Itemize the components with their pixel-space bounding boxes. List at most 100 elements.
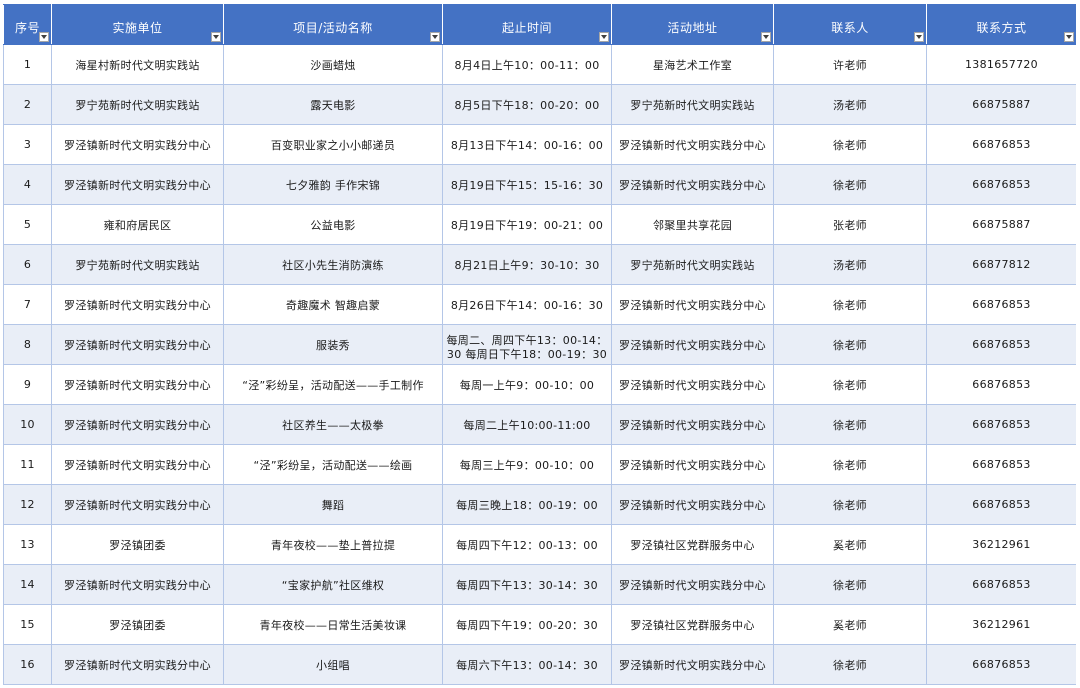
- cell-contact[interactable]: 奚老师: [773, 604, 927, 645]
- cell-contact[interactable]: 汤老师: [773, 244, 927, 285]
- cell-time[interactable]: 每周二、周四下午13：00-14：30 每周日下午18：00-19：30: [442, 324, 612, 365]
- cell-phone[interactable]: 66876853: [926, 404, 1076, 445]
- cell-phone[interactable]: 66876853: [926, 444, 1076, 485]
- cell-activity-name[interactable]: “宝家护航”社区维权: [223, 564, 443, 605]
- cell-address[interactable]: 邻聚里共享花园: [611, 204, 774, 245]
- cell-index[interactable]: 2: [3, 84, 52, 125]
- cell-contact[interactable]: 许老师: [773, 44, 927, 85]
- cell-unit[interactable]: 罗泾镇新时代文明实践分中心: [51, 164, 224, 205]
- cell-time[interactable]: 每周六下午13：00-14：30: [442, 644, 612, 685]
- cell-address[interactable]: 罗宁苑新时代文明实践站: [611, 244, 774, 285]
- cell-activity-name[interactable]: 青年夜校——日常生活美妆课: [223, 604, 443, 645]
- cell-contact[interactable]: 徐老师: [773, 364, 927, 405]
- cell-contact[interactable]: 徐老师: [773, 564, 927, 605]
- cell-address[interactable]: 罗泾镇新时代文明实践分中心: [611, 164, 774, 205]
- cell-time[interactable]: 8月21日上午9：30-10：30: [442, 244, 612, 285]
- cell-activity-name[interactable]: 社区小先生消防演练: [223, 244, 443, 285]
- cell-address[interactable]: 星海艺术工作室: [611, 44, 774, 85]
- cell-address[interactable]: 罗泾镇新时代文明实践分中心: [611, 644, 774, 685]
- cell-phone[interactable]: 36212961: [926, 604, 1076, 645]
- header-cell-phone[interactable]: 联系方式: [926, 4, 1076, 45]
- cell-time[interactable]: 每周三上午9：00-10：00: [442, 444, 612, 485]
- cell-contact[interactable]: 徐老师: [773, 124, 927, 165]
- cell-index[interactable]: 3: [3, 124, 52, 165]
- cell-activity-name[interactable]: 奇趣魔术 智趣启蒙: [223, 284, 443, 325]
- cell-phone[interactable]: 66876853: [926, 284, 1076, 325]
- cell-unit[interactable]: 罗泾镇新时代文明实践分中心: [51, 644, 224, 685]
- cell-address[interactable]: 罗泾镇社区党群服务中心: [611, 604, 774, 645]
- cell-time[interactable]: 每周四下午19：00-20：30: [442, 604, 612, 645]
- cell-activity-name[interactable]: “泾”彩纷呈，活动配送——绘画: [223, 444, 443, 485]
- header-cell-contact[interactable]: 联系人: [773, 4, 927, 45]
- cell-unit[interactable]: 罗泾镇新时代文明实践分中心: [51, 444, 224, 485]
- cell-index[interactable]: 13: [3, 524, 52, 565]
- header-cell-index[interactable]: 序号: [3, 4, 52, 45]
- cell-phone[interactable]: 66875887: [926, 84, 1076, 125]
- cell-phone[interactable]: 66876853: [926, 564, 1076, 605]
- cell-activity-name[interactable]: “泾”彩纷呈，活动配送——手工制作: [223, 364, 443, 405]
- cell-phone[interactable]: 66876853: [926, 164, 1076, 205]
- cell-activity-name[interactable]: 公益电影: [223, 204, 443, 245]
- cell-unit[interactable]: 罗泾镇新时代文明实践分中心: [51, 324, 224, 365]
- cell-time[interactable]: 8月26日下午14：00-16：30: [442, 284, 612, 325]
- cell-index[interactable]: 16: [3, 644, 52, 685]
- cell-unit[interactable]: 罗泾镇新时代文明实践分中心: [51, 124, 224, 165]
- header-cell-name[interactable]: 项目/活动名称: [223, 4, 443, 45]
- cell-address[interactable]: 罗泾镇新时代文明实践分中心: [611, 484, 774, 525]
- cell-phone[interactable]: 36212961: [926, 524, 1076, 565]
- header-cell-address[interactable]: 活动地址: [611, 4, 774, 45]
- cell-activity-name[interactable]: 舞蹈: [223, 484, 443, 525]
- cell-address[interactable]: 罗泾镇社区党群服务中心: [611, 524, 774, 565]
- cell-address[interactable]: 罗泾镇新时代文明实践分中心: [611, 284, 774, 325]
- cell-unit[interactable]: 罗泾镇新时代文明实践分中心: [51, 404, 224, 445]
- cell-phone[interactable]: 66876853: [926, 324, 1076, 365]
- cell-activity-name[interactable]: 服装秀: [223, 324, 443, 365]
- cell-address[interactable]: 罗泾镇新时代文明实践分中心: [611, 404, 774, 445]
- cell-time[interactable]: 每周一上午9：00-10：00: [442, 364, 612, 405]
- cell-unit[interactable]: 罗宁苑新时代文明实践站: [51, 84, 224, 125]
- cell-unit[interactable]: 罗泾镇新时代文明实践分中心: [51, 564, 224, 605]
- filter-dropdown-icon[interactable]: [39, 32, 49, 42]
- cell-index[interactable]: 14: [3, 564, 52, 605]
- cell-time[interactable]: 8月19日下午19：00-21：00: [442, 204, 612, 245]
- cell-phone[interactable]: 66876853: [926, 484, 1076, 525]
- cell-activity-name[interactable]: 社区养生——太极拳: [223, 404, 443, 445]
- cell-index[interactable]: 4: [3, 164, 52, 205]
- cell-address[interactable]: 罗泾镇新时代文明实践分中心: [611, 124, 774, 165]
- cell-contact[interactable]: 徐老师: [773, 644, 927, 685]
- cell-address[interactable]: 罗宁苑新时代文明实践站: [611, 84, 774, 125]
- cell-contact[interactable]: 奚老师: [773, 524, 927, 565]
- cell-time[interactable]: 每周四下午12：00-13：00: [442, 524, 612, 565]
- header-cell-unit[interactable]: 实施单位: [51, 4, 224, 45]
- cell-address[interactable]: 罗泾镇新时代文明实践分中心: [611, 564, 774, 605]
- cell-activity-name[interactable]: 小组唱: [223, 644, 443, 685]
- cell-index[interactable]: 1: [3, 44, 52, 85]
- filter-dropdown-icon[interactable]: [599, 32, 609, 42]
- cell-contact[interactable]: 徐老师: [773, 444, 927, 485]
- cell-time[interactable]: 8月5日下午18：00-20：00: [442, 84, 612, 125]
- cell-contact[interactable]: 汤老师: [773, 84, 927, 125]
- cell-index[interactable]: 5: [3, 204, 52, 245]
- cell-activity-name[interactable]: 露天电影: [223, 84, 443, 125]
- cell-time[interactable]: 每周二上午10:00-11:00: [442, 404, 612, 445]
- cell-contact[interactable]: 徐老师: [773, 164, 927, 205]
- cell-activity-name[interactable]: 百变职业家之小小邮递员: [223, 124, 443, 165]
- cell-unit[interactable]: 罗泾镇新时代文明实践分中心: [51, 284, 224, 325]
- filter-dropdown-icon[interactable]: [761, 32, 771, 42]
- cell-time[interactable]: 每周四下午13：30-14：30: [442, 564, 612, 605]
- cell-contact[interactable]: 徐老师: [773, 284, 927, 325]
- header-cell-time[interactable]: 起止时间: [442, 4, 612, 45]
- cell-unit[interactable]: 海星村新时代文明实践站: [51, 44, 224, 85]
- cell-activity-name[interactable]: 七夕雅韵 手作宋锦: [223, 164, 443, 205]
- cell-unit[interactable]: 罗泾镇团委: [51, 524, 224, 565]
- filter-dropdown-icon[interactable]: [211, 32, 221, 42]
- cell-phone[interactable]: 66876853: [926, 124, 1076, 165]
- filter-dropdown-icon[interactable]: [430, 32, 440, 42]
- cell-contact[interactable]: 张老师: [773, 204, 927, 245]
- cell-time[interactable]: 每周三晚上18：00-19：00: [442, 484, 612, 525]
- cell-activity-name[interactable]: 青年夜校——垫上普拉提: [223, 524, 443, 565]
- cell-activity-name[interactable]: 沙画蜡烛: [223, 44, 443, 85]
- cell-phone[interactable]: 66876853: [926, 644, 1076, 685]
- cell-address[interactable]: 罗泾镇新时代文明实践分中心: [611, 324, 774, 365]
- cell-index[interactable]: 9: [3, 364, 52, 405]
